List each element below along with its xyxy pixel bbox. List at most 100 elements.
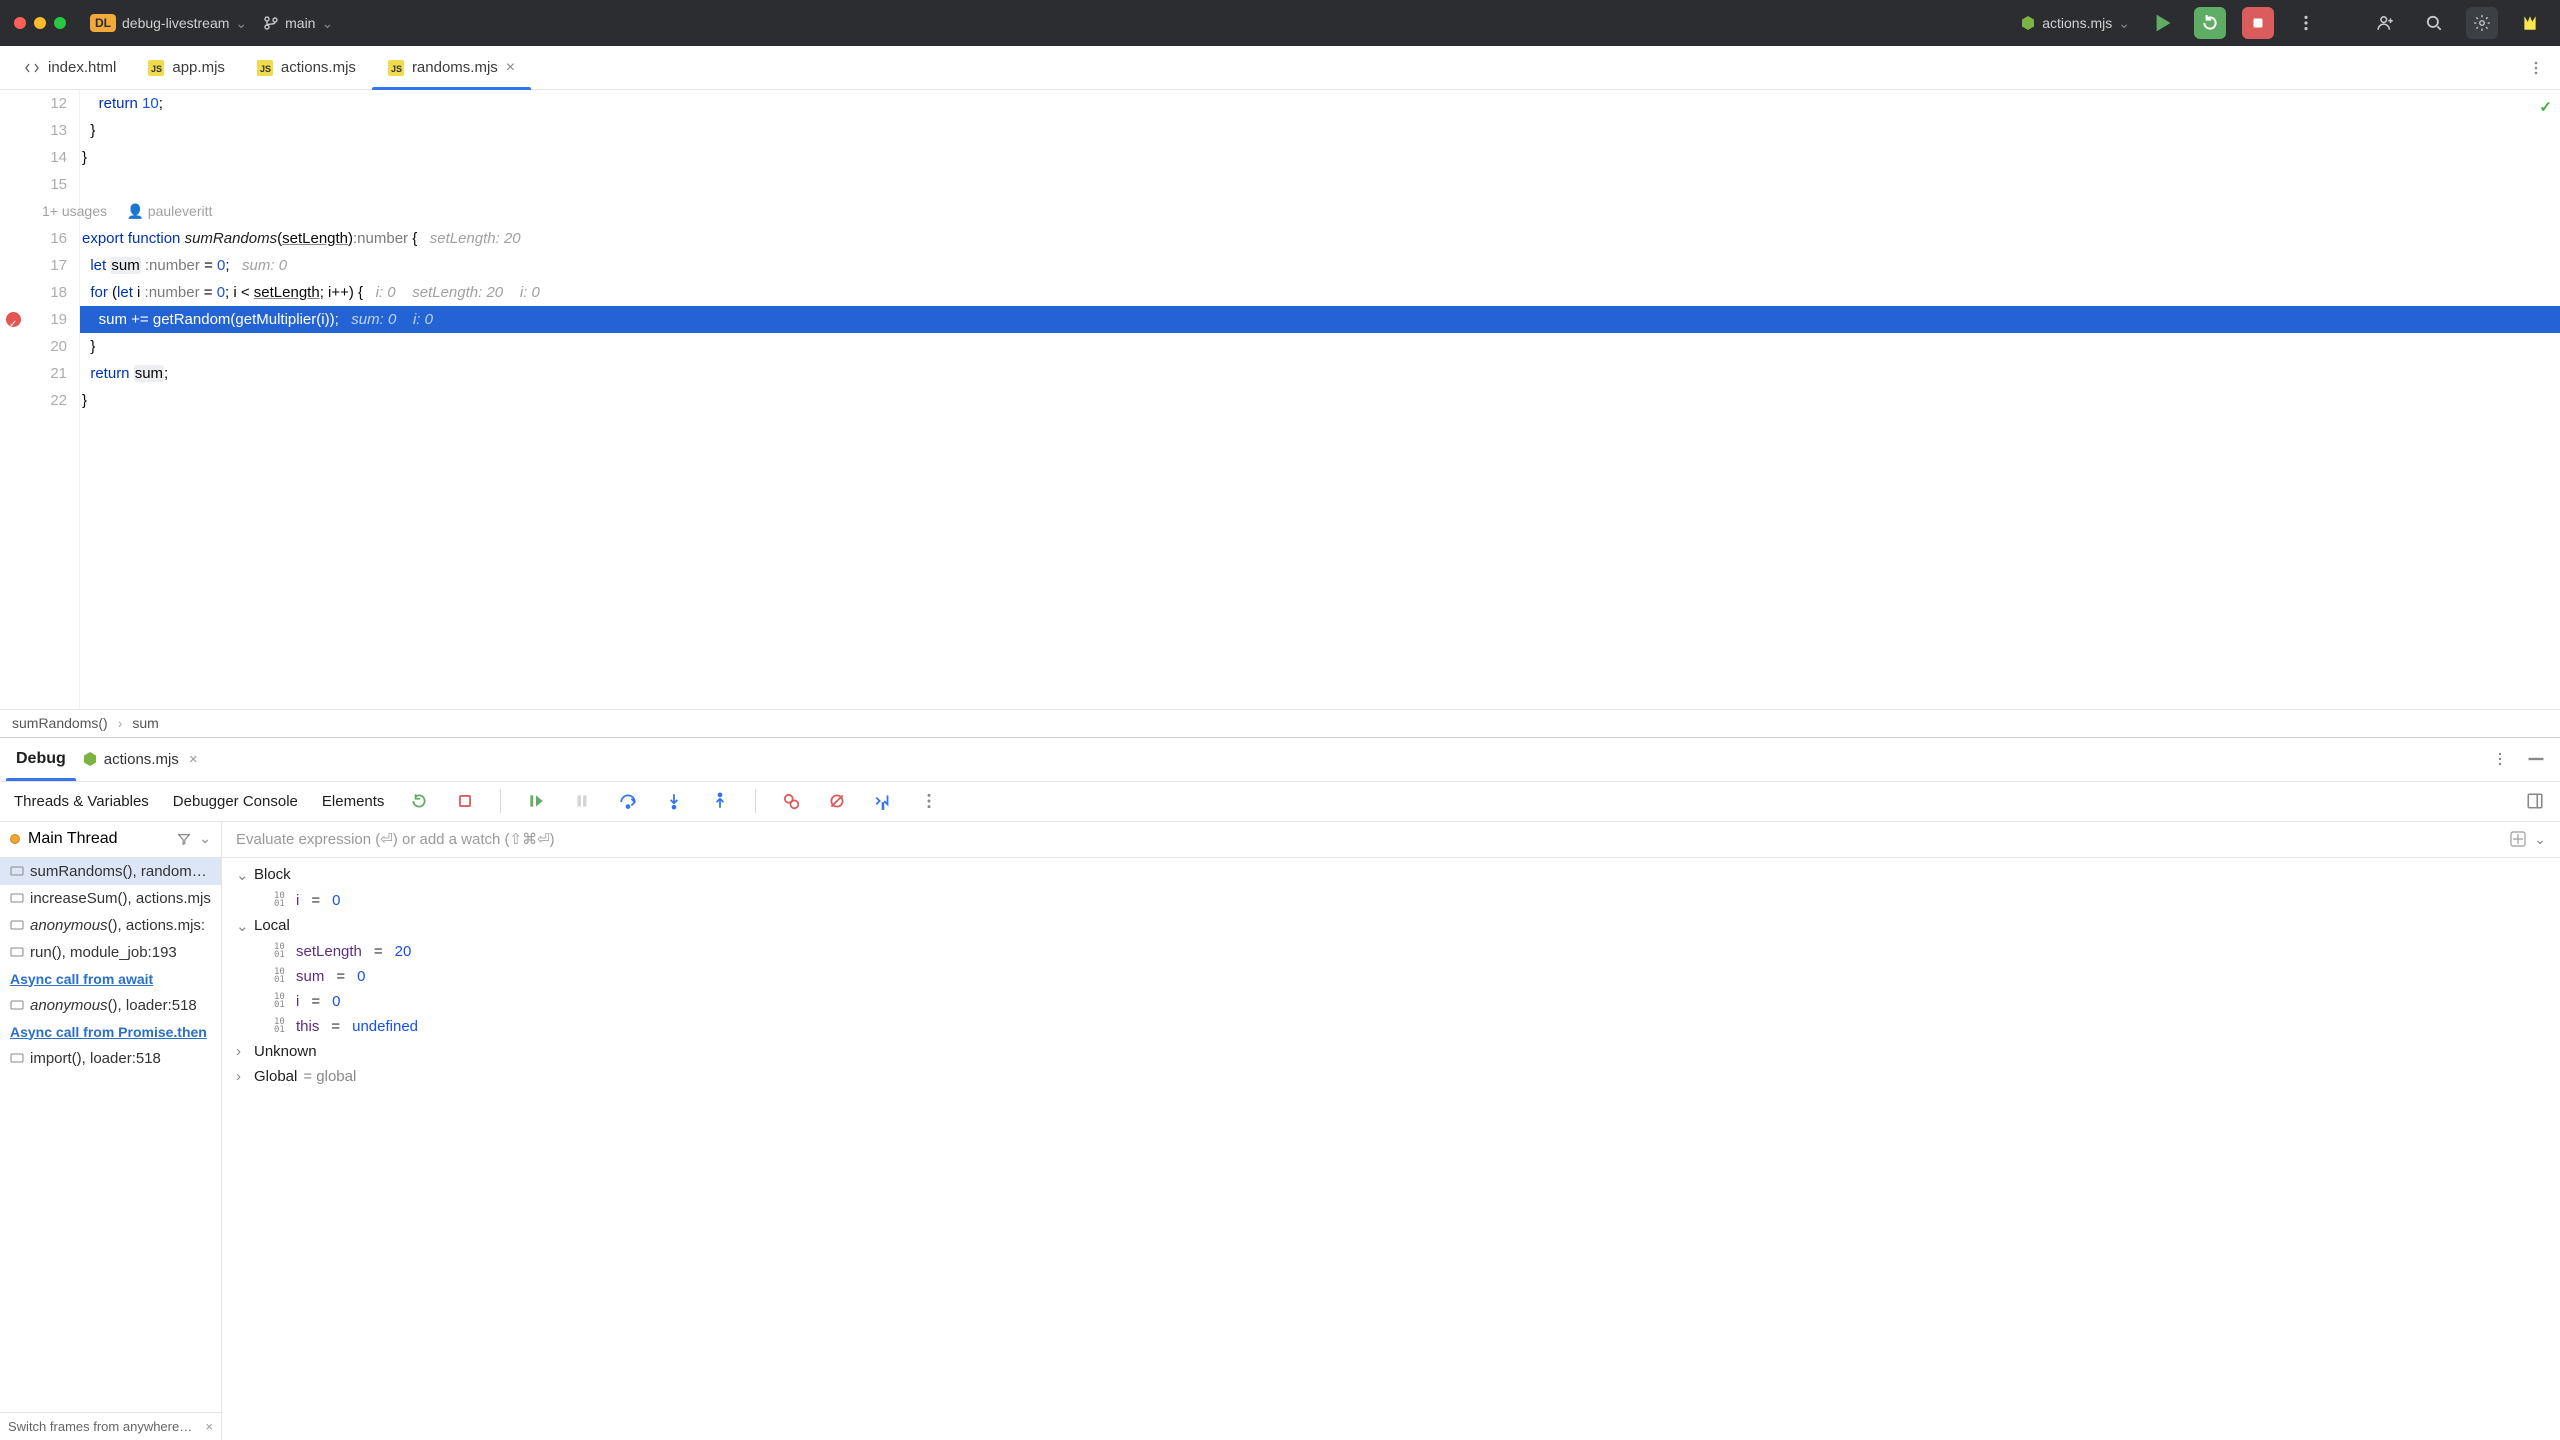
scopes-tree[interactable]: ⌄Block 1001i=0 ⌄Local 1001setLength=20 1… (222, 858, 2560, 1440)
breadcrumb-item[interactable]: sum (132, 715, 158, 731)
mute-breakpoints-button[interactable] (826, 790, 848, 812)
rerun-button[interactable] (408, 790, 430, 812)
run-button[interactable] (2146, 7, 2178, 39)
kebab-icon (2528, 60, 2544, 76)
editor-gutter[interactable]: 12 13 14 15 1+ usages 👤 pauleveritt 16 1… (0, 90, 80, 709)
chevron-right-icon: › (236, 1043, 248, 1060)
line-number[interactable]: 19 (0, 306, 67, 333)
close-hint-icon[interactable]: × (205, 1419, 213, 1434)
breakpoint-icon[interactable] (6, 312, 21, 327)
tab-overflow-button[interactable] (2528, 60, 2552, 76)
editor-tab-index-html[interactable]: index.html (8, 46, 132, 89)
code-area[interactable]: return 10; } } export function sumRandom… (80, 90, 2560, 709)
editor-tab-actions-mjs[interactable]: JS actions.mjs (241, 46, 372, 89)
frames-hint[interactable]: Switch frames from anywhere… × (0, 1412, 221, 1440)
chevron-down-icon[interactable] (199, 830, 211, 848)
chevron-down-icon (235, 15, 247, 32)
kebab-icon (2492, 751, 2508, 767)
code-lens-row[interactable]: 1+ usages 👤 pauleveritt (0, 198, 67, 225)
project-badge: DL (90, 14, 116, 32)
view-tab-threads-vars[interactable]: Threads & Variables (14, 793, 149, 810)
frames-list[interactable]: sumRandoms(), randoms.m increaseSum(), a… (0, 858, 221, 1413)
code-with-me-button[interactable] (2370, 7, 2402, 39)
frame-icon (10, 998, 24, 1012)
close-icon[interactable]: × (189, 751, 198, 768)
editor-tab-randoms-mjs[interactable]: JS randoms.mjs × (372, 46, 531, 89)
close-window-icon[interactable] (14, 17, 26, 29)
variable-row[interactable]: 1001i=0 (222, 989, 2560, 1014)
more-debug-actions-button[interactable] (918, 790, 940, 812)
window-controls (14, 17, 66, 29)
step-over-button[interactable] (617, 790, 639, 812)
debug-body: Main Thread sumRandoms(), randoms.m incr… (0, 821, 2560, 1440)
inspection-ok-icon[interactable]: ✓ (2539, 98, 2552, 116)
chevron-down-icon (321, 15, 333, 32)
titlebar: DL debug-livestream main actions.mjs (0, 0, 2560, 46)
chevron-right-icon: › (118, 715, 123, 731)
stop-button[interactable] (2242, 7, 2274, 39)
stop-button[interactable] (454, 790, 476, 812)
search-everywhere-button[interactable] (2418, 7, 2450, 39)
scope-block[interactable]: ⌄Block (222, 862, 2560, 888)
thread-selector[interactable]: Main Thread (0, 822, 221, 858)
debug-tab[interactable]: Debug (12, 738, 70, 781)
layout-button[interactable] (2524, 790, 2546, 812)
js-file-icon: JS (388, 60, 404, 76)
view-breakpoints-button[interactable] (780, 790, 802, 812)
var-type-icon: 1001 (274, 892, 288, 908)
step-into-icon (665, 792, 683, 810)
breadcrumb[interactable]: sumRandoms() › sum (0, 709, 2560, 737)
stack-frame[interactable]: import(), loader:518 (0, 1045, 221, 1072)
project-selector[interactable]: DL debug-livestream (90, 14, 247, 32)
stack-frame[interactable]: anonymous(), loader:518 (0, 992, 221, 1019)
chevron-down-icon[interactable] (2534, 831, 2546, 848)
code-editor[interactable]: 12 13 14 15 1+ usages 👤 pauleveritt 16 1… (0, 90, 2560, 709)
ide-logo[interactable] (2514, 7, 2546, 39)
var-type-icon: 1001 (274, 968, 288, 984)
vcs-branch-selector[interactable]: main (263, 15, 333, 32)
editor-tab-app-mjs[interactable]: JS app.mjs (132, 46, 241, 89)
scope-unknown[interactable]: ›Unknown (222, 1039, 2560, 1064)
minimize-panel-button[interactable] (2524, 747, 2548, 771)
variable-row[interactable]: 1001setLength=20 (222, 939, 2560, 964)
variable-row[interactable]: 1001this=undefined (222, 1014, 2560, 1039)
filter-icon[interactable] (177, 832, 191, 846)
variable-row[interactable]: 1001i=0 (222, 888, 2560, 913)
close-tab-icon[interactable]: × (506, 59, 515, 77)
settings-button[interactable] (2466, 7, 2498, 39)
evaluate-input[interactable]: Evaluate expression (⏎) or add a watch (… (222, 822, 2560, 858)
add-watch-icon[interactable] (2510, 831, 2526, 847)
project-name-label: debug-livestream (122, 15, 229, 31)
minimize-window-icon[interactable] (34, 17, 46, 29)
stop-icon (2249, 14, 2267, 32)
step-out-button[interactable] (709, 790, 731, 812)
branch-icon (263, 15, 279, 31)
scope-global[interactable]: ›Global = global (222, 1064, 2560, 1089)
stack-frame[interactable]: anonymous(), actions.mjs: (0, 912, 221, 939)
step-into-button[interactable] (663, 790, 685, 812)
view-tab-elements[interactable]: Elements (322, 793, 385, 810)
resume-button[interactable] (525, 790, 547, 812)
more-actions-button[interactable] (2290, 7, 2322, 39)
stack-frame[interactable]: run(), module_job:193 (0, 939, 221, 966)
breadcrumb-item[interactable]: sumRandoms() (12, 715, 108, 731)
run-config-selector[interactable]: actions.mjs (2020, 15, 2130, 32)
view-tab-debugger-console[interactable]: Debugger Console (173, 793, 298, 810)
stack-frame[interactable]: increaseSum(), actions.mjs (0, 885, 221, 912)
svg-text:JS: JS (391, 64, 402, 74)
evaluate-button[interactable]: I (872, 790, 894, 812)
pause-button[interactable] (571, 790, 593, 812)
variable-row[interactable]: 1001sum=0 (222, 964, 2560, 989)
zoom-window-icon[interactable] (54, 17, 66, 29)
restart-icon (410, 792, 428, 810)
tab-label: actions.mjs (281, 59, 356, 76)
stack-frame[interactable]: sumRandoms(), randoms.m (0, 858, 221, 885)
stop-icon (456, 792, 474, 810)
debug-options-button[interactable] (2488, 747, 2512, 771)
rerun-debug-button[interactable] (2194, 7, 2226, 39)
chevron-down-icon: ⌄ (236, 917, 248, 935)
debug-session-tab[interactable]: actions.mjs × (82, 751, 198, 768)
search-icon (2425, 14, 2443, 32)
frame-icon (10, 864, 24, 878)
scope-local[interactable]: ⌄Local (222, 913, 2560, 939)
